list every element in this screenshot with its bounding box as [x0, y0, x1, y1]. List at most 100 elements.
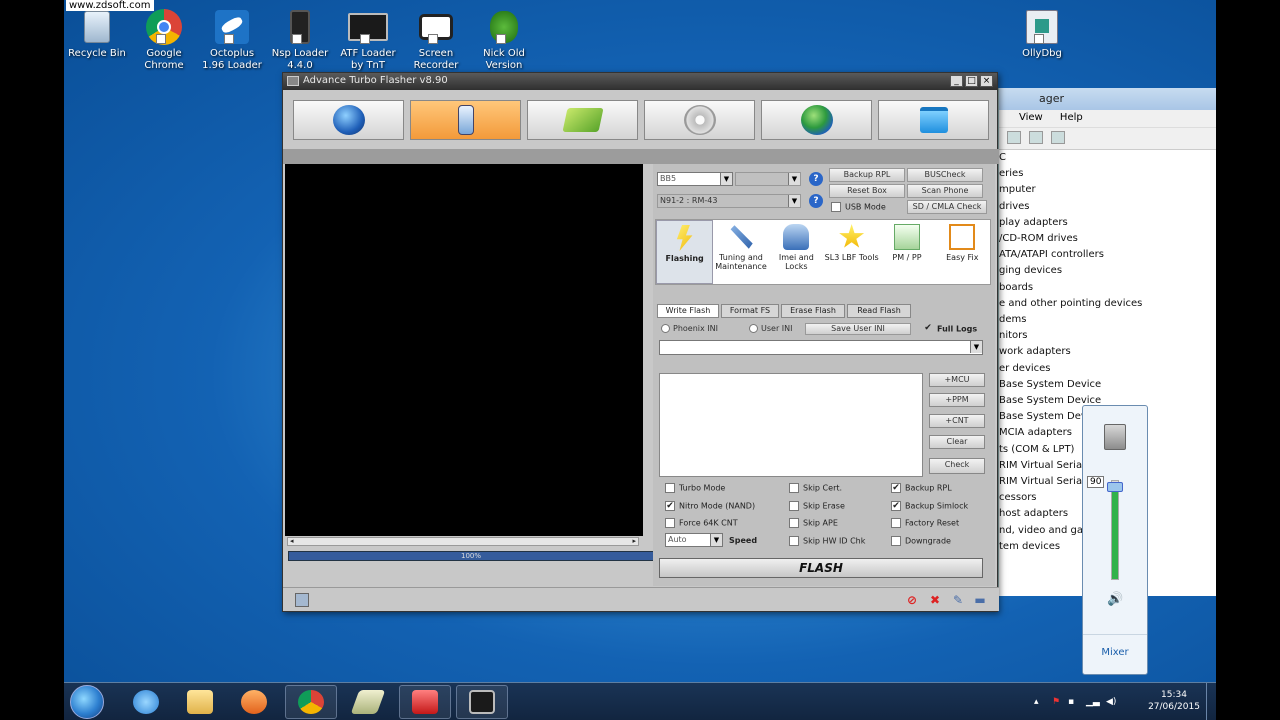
taskbar-flasher-tool[interactable] — [342, 685, 394, 719]
volume-slider-track[interactable] — [1111, 480, 1119, 580]
device-category[interactable]: work adapters — [999, 344, 1216, 360]
device-category[interactable]: dems — [999, 312, 1216, 328]
speaker-icon[interactable] — [1104, 424, 1126, 450]
device-category[interactable]: e and other pointing devices — [999, 296, 1216, 312]
device-category[interactable]: mputer — [999, 182, 1216, 198]
stop-icon[interactable]: ⊘ — [905, 593, 919, 607]
add-mcu-button[interactable]: +MCU — [929, 373, 985, 387]
menu-help[interactable]: Help — [1060, 112, 1083, 123]
taskbar-chrome[interactable] — [285, 685, 337, 719]
shop-button[interactable] — [878, 100, 989, 140]
factory-reset-checkbox[interactable]: Factory Reset — [891, 518, 959, 528]
backup-rpl-checkbox[interactable]: ✔ Backup RPL — [891, 483, 952, 493]
downgrade-checkbox[interactable]: Downgrade — [891, 535, 951, 546]
device-category[interactable]: eries — [999, 166, 1216, 182]
save-user-ini-button[interactable]: Save User INI — [805, 323, 911, 335]
device-category[interactable]: Base System Device — [999, 377, 1216, 393]
reset-box-button[interactable]: Reset Box — [829, 184, 905, 198]
desktop-icon-octoplus[interactable]: Octoplus 1.96 Loader — [199, 8, 265, 72]
clock[interactable]: 15:34 27/06/2015 — [1146, 689, 1202, 713]
mode-imei-and-locks[interactable]: Imei and Locks — [769, 220, 824, 284]
desktop-icon-ollydbg[interactable]: OllyDbg — [1009, 8, 1075, 60]
device-category[interactable]: play adapters — [999, 215, 1216, 231]
skip-erase-checkbox[interactable]: Skip Erase — [789, 500, 845, 511]
cancel-icon[interactable]: ✖ — [928, 593, 942, 607]
show-hidden-icons-icon[interactable]: ▴ — [1034, 697, 1044, 707]
taskbar-media-player[interactable] — [228, 685, 280, 719]
force-64k-cnt-checkbox[interactable]: Force 64K CNT — [665, 518, 738, 528]
device-category[interactable]: ATA/ATAPI controllers — [999, 247, 1216, 263]
update-button[interactable] — [761, 100, 872, 140]
mode-sl3-lbf-tools[interactable]: SL3 LBF Tools — [824, 220, 879, 284]
network-icon[interactable]: ▁▃ — [1086, 697, 1100, 707]
globe-button[interactable] — [293, 100, 404, 140]
backup-rpl-button[interactable]: Backup RPL — [829, 168, 905, 182]
mode-flashing[interactable]: Flashing — [656, 220, 714, 284]
maximize-button[interactable]: □ — [965, 75, 978, 87]
help-icon[interactable]: ? — [809, 194, 823, 208]
start-button[interactable] — [70, 685, 104, 719]
close-button[interactable]: × — [980, 75, 993, 87]
tools-icon[interactable]: ✎ — [951, 593, 965, 607]
help-icon[interactable]: ? — [809, 172, 823, 186]
skip-hw-id-chk-checkbox[interactable]: Skip HW ID Chk — [789, 535, 865, 546]
add-cnt-button[interactable]: +CNT — [929, 414, 985, 428]
model-select[interactable]: N91-2 : RM-43 ▼ — [657, 194, 801, 208]
book-button[interactable] — [527, 100, 638, 140]
tab-erase-flash[interactable]: Erase Flash — [781, 304, 845, 318]
menu-view[interactable]: View — [1019, 112, 1043, 123]
clear-button[interactable]: Clear — [929, 435, 985, 449]
tab-write-flash[interactable]: Write Flash — [657, 304, 719, 318]
flash-button[interactable]: FLASH — [659, 558, 983, 578]
console-horizontal-scrollbar[interactable]: ◂ ▸ — [287, 537, 639, 546]
minimize-tray-icon[interactable]: ▬ — [973, 593, 987, 607]
device-category[interactable]: C — [999, 150, 1216, 166]
usb-mode-checkbox[interactable]: USB Mode — [831, 202, 886, 212]
flag-icon[interactable]: ⚑ — [1052, 697, 1062, 707]
nitro-mode-nand-checkbox[interactable]: ✔ Nitro Mode (NAND) — [665, 500, 755, 511]
device-category[interactable]: er devices — [999, 361, 1216, 377]
speed-select[interactable]: Auto ▼ — [665, 533, 723, 547]
mode-easy-fix[interactable]: Easy Fix — [935, 220, 990, 284]
add-ppm-button[interactable]: +PPM — [929, 393, 985, 407]
mode-pm-pp[interactable]: PM / PP — [879, 220, 934, 284]
settings-button[interactable] — [644, 100, 755, 140]
desktop-icon-screen-recorder[interactable]: Screen Recorder — [403, 8, 469, 72]
scan-phone-button[interactable]: Scan Phone — [907, 184, 983, 198]
desktop-icon-nsp-loader[interactable]: Nsp Loader 4.4.0 — [267, 8, 333, 72]
minimize-button[interactable]: _ — [950, 75, 963, 87]
volume-slider-thumb[interactable] — [1107, 482, 1123, 492]
user-ini-radio[interactable]: User INI — [749, 324, 792, 333]
desktop-icon-atf-loader[interactable]: ATF Loader by TnT — [335, 8, 401, 72]
desktop-icon-recycle-bin[interactable]: Recycle Bin — [64, 8, 130, 60]
device-category[interactable]: nitors — [999, 328, 1216, 344]
speaker-icon[interactable]: ◀) — [1106, 697, 1116, 707]
skip-ape-checkbox[interactable]: Skip APE — [789, 518, 838, 528]
desktop-icon-nick-old[interactable]: Nick Old Version — [471, 8, 537, 72]
device-category[interactable]: ging devices — [999, 263, 1216, 279]
backup-simlock-checkbox[interactable]: ✔ Backup Simlock — [891, 500, 968, 511]
full-logs-checkbox[interactable]: ✔ Full Logs — [923, 324, 977, 334]
taskbar-red-tool[interactable] — [399, 685, 451, 719]
device-icon[interactable]: ▪ — [1068, 697, 1078, 707]
sd-cmla-check-button[interactable]: SD / CMLA Check — [907, 200, 987, 214]
properties-icon[interactable] — [1007, 131, 1021, 144]
phone-button[interactable] — [410, 100, 521, 140]
device-category[interactable]: boards — [999, 280, 1216, 296]
show-desktop-button[interactable] — [1206, 683, 1216, 720]
tab-format-fs[interactable]: Format FS — [721, 304, 779, 318]
flash-files-list[interactable] — [659, 373, 923, 477]
turbo-mode-checkbox[interactable]: Turbo Mode — [665, 483, 725, 493]
buscheck-button[interactable]: BUSCheck — [907, 168, 983, 182]
tab-read-flash[interactable]: Read Flash — [847, 304, 911, 318]
view-icon[interactable] — [1029, 131, 1043, 144]
check-button[interactable]: Check — [929, 458, 985, 474]
platform-select[interactable]: BB5 ▼ — [657, 172, 733, 186]
phoenix-ini-radio[interactable]: Phoenix INI — [661, 324, 718, 333]
taskbar-internet-explorer[interactable] — [120, 685, 172, 719]
taskbar-atf[interactable] — [456, 685, 508, 719]
port-select[interactable]: ▼ — [735, 172, 801, 186]
window-titlebar[interactable]: Advance Turbo Flasher v8.90 _ □ × — [283, 73, 997, 90]
device-category[interactable]: drives — [999, 199, 1216, 215]
skip-cert-checkbox[interactable]: Skip Cert. — [789, 483, 842, 493]
